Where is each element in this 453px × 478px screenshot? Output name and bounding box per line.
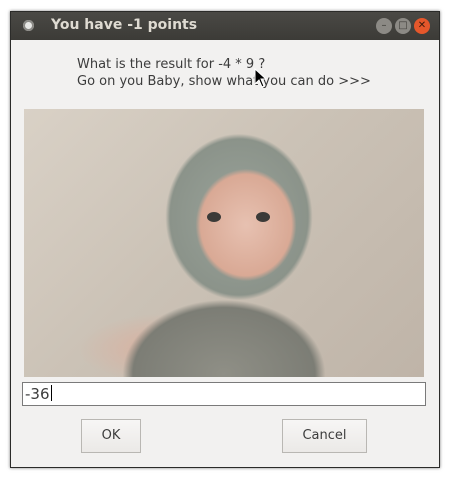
maximize-icon[interactable]: □: [395, 18, 411, 34]
photo-detail: [256, 212, 270, 222]
question-text: What is the result for -4 * 9 ? Go on yo…: [77, 56, 371, 90]
photo-detail: [207, 212, 221, 222]
title-bar[interactable]: You have -1 points – □ ✕: [11, 12, 439, 40]
answer-value: -36: [25, 385, 50, 403]
minimize-icon[interactable]: –: [376, 18, 392, 34]
answer-input[interactable]: -36: [22, 382, 426, 406]
app-icon: [23, 20, 34, 31]
close-icon[interactable]: ✕: [414, 18, 430, 34]
encouragement-line: Go on you Baby, show what you can do >>>: [77, 74, 371, 89]
text-caret: [50, 385, 52, 401]
cancel-button[interactable]: Cancel: [282, 419, 367, 453]
question-line: What is the result for -4 * 9 ?: [77, 57, 266, 72]
ok-button[interactable]: OK: [81, 419, 141, 453]
mouse-pointer-icon: [254, 68, 266, 88]
window-title: You have -1 points: [51, 17, 198, 33]
baby-photo: [24, 109, 424, 377]
dialog-window: You have -1 points – □ ✕ What is the res…: [10, 11, 440, 468]
